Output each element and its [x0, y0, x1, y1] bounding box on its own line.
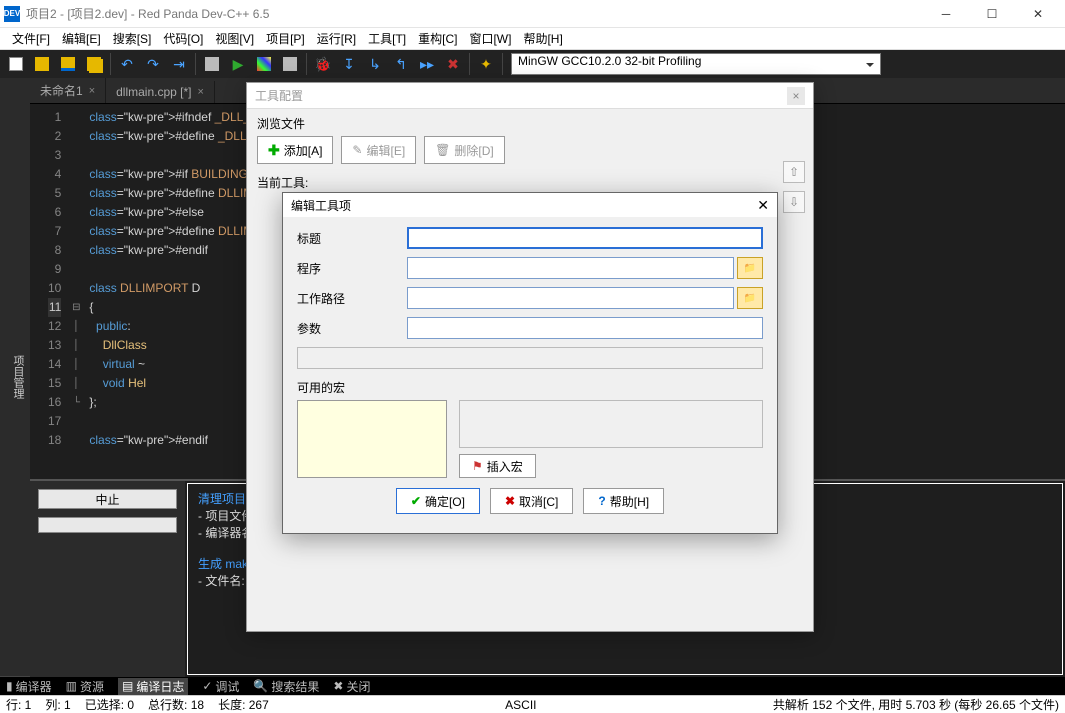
side-tab-project[interactable]: 项目管理 — [6, 78, 30, 677]
indent-button[interactable]: ⇥ — [167, 53, 191, 75]
tab-dllmain[interactable]: dllmain.cpp [*]× — [106, 81, 215, 103]
args-input[interactable] — [407, 317, 763, 339]
menu-search[interactable]: 搜索[S] — [107, 28, 158, 49]
step-out-button[interactable]: ↰ — [389, 53, 413, 75]
title-input[interactable] — [407, 227, 763, 249]
close-icon[interactable]: × — [787, 87, 805, 105]
side-tab-structure[interactable]: 结构 — [0, 78, 6, 677]
delete-button[interactable]: 🗑删除[D] — [424, 136, 505, 164]
bottab-compile-log[interactable]: ▤编译日志 — [118, 678, 188, 695]
debug-button[interactable]: 🐞 — [311, 53, 335, 75]
status-len: 长度: 267 — [218, 696, 269, 713]
back-button[interactable]: ↶ — [115, 53, 139, 75]
rebuild-button[interactable] — [278, 53, 302, 75]
menu-refactor[interactable]: 重构[C] — [412, 28, 463, 49]
step-over-button[interactable]: ↧ — [337, 53, 361, 75]
status-msg: 共解析 152 个文件, 用时 5.703 秒 (每秒 26.65 个文件) — [773, 696, 1059, 713]
save-button[interactable] — [56, 53, 80, 75]
status-row: 行: 1 — [6, 696, 31, 713]
profiler-button[interactable]: ✦ — [474, 53, 498, 75]
titlebar: DEV 项目2 - [项目2.dev] - Red Panda Dev-C++ … — [0, 0, 1065, 28]
program-label: 程序 — [297, 260, 407, 277]
browse-workdir-button[interactable]: 📁 — [737, 287, 763, 309]
browse-files-label: 浏览文件 — [257, 115, 803, 132]
menu-window[interactable]: 窗口[W] — [463, 28, 517, 49]
status-col: 列: 1 — [45, 696, 70, 713]
compile-button[interactable] — [200, 53, 224, 75]
save-all-button[interactable] — [82, 53, 106, 75]
insert-macro-button[interactable]: ⚑插入宏 — [459, 454, 536, 478]
preview-field — [297, 347, 763, 369]
close-icon[interactable]: × — [198, 86, 204, 98]
toolbar: ↶ ↷ ⇥ ▶ 🐞 ↧ ↳ ↰ ▸▸ ✖ ✦ MinGW GCC10.2.0 3… — [0, 50, 1065, 78]
title-label: 标题 — [297, 230, 407, 247]
macros-label: 可用的宏 — [297, 379, 763, 396]
menu-code[interactable]: 代码[O] — [157, 28, 209, 49]
bottab-search[interactable]: 🔍搜索结果 — [253, 678, 319, 695]
compiler-select[interactable]: MinGW GCC10.2.0 32-bit Profiling — [511, 53, 881, 75]
menu-tools[interactable]: 工具[T] — [362, 28, 412, 49]
maximize-button[interactable]: ☐ — [969, 0, 1015, 28]
browse-program-button[interactable]: 📁 — [737, 257, 763, 279]
bottab-debug[interactable]: ✓调试 — [202, 678, 239, 695]
status-bar: 行: 1 列: 1 已选择: 0 总行数: 18 长度: 267 ASCII 共… — [0, 695, 1065, 713]
new-file-button[interactable] — [4, 53, 28, 75]
edit-button[interactable]: ✎编辑[E] — [341, 136, 416, 164]
toolcfg-title: 工具配置 — [255, 87, 303, 104]
macro-output — [459, 400, 763, 448]
menu-edit[interactable]: 编辑[E] — [56, 28, 107, 49]
status-enc: ASCII — [505, 698, 536, 712]
step-into-button[interactable]: ↳ — [363, 53, 387, 75]
ok-button[interactable]: ✔确定[O] — [396, 488, 480, 514]
workdir-label: 工作路径 — [297, 290, 407, 307]
program-input[interactable] — [407, 257, 734, 279]
macro-list[interactable] — [297, 400, 447, 478]
menu-project[interactable]: 项目[P] — [260, 28, 311, 49]
cancel-button[interactable]: ✖取消[C] — [490, 488, 573, 514]
open-button[interactable] — [30, 53, 54, 75]
status-sel: 已选择: 0 — [85, 696, 134, 713]
add-button[interactable]: ✚添加[A] — [257, 136, 333, 164]
close-icon[interactable]: × — [89, 85, 95, 97]
bottab-close[interactable]: ✖关闭 — [333, 678, 370, 695]
run-button[interactable]: ▶ — [226, 53, 250, 75]
menu-file[interactable]: 文件[F] — [6, 28, 56, 49]
close-button[interactable]: ✕ — [1015, 0, 1061, 28]
app-icon: DEV — [4, 6, 20, 22]
tab-unnamed1[interactable]: 未命名1× — [30, 78, 106, 103]
workdir-input[interactable] — [407, 287, 734, 309]
help-button[interactable]: ?帮助[H] — [583, 488, 664, 514]
continue-button[interactable]: ▸▸ — [415, 53, 439, 75]
menu-help[interactable]: 帮助[H] — [517, 28, 568, 49]
status-total: 总行数: 18 — [148, 696, 204, 713]
bottab-compiler[interactable]: ▮编译器 — [6, 678, 52, 695]
stop-button[interactable]: 中止 — [38, 489, 177, 509]
menu-run[interactable]: 运行[R] — [311, 28, 362, 49]
stop-debug-button[interactable]: ✖ — [441, 53, 465, 75]
side-tabs: 项目管理 结构 监视 文件 — [0, 78, 30, 677]
edit-tool-dialog: 编辑工具项 ✕ 标题 程序 📁 工作路径 📁 参数 可用的宏 ⚑插入宏 — [282, 192, 778, 534]
editdlg-title: 编辑工具项 — [291, 197, 351, 214]
progress-bar — [38, 517, 177, 533]
bottom-tabs: ▮编译器 ▥资源 ▤编译日志 ✓调试 🔍搜索结果 ✖关闭 — [0, 677, 1065, 695]
window-title: 项目2 - [项目2.dev] - Red Panda Dev-C++ 6.5 — [26, 5, 923, 22]
compile-run-button[interactable] — [252, 53, 276, 75]
menubar: 文件[F] 编辑[E] 搜索[S] 代码[O] 视图[V] 项目[P] 运行[R… — [0, 28, 1065, 50]
move-up-button[interactable]: ⇧ — [783, 161, 805, 183]
move-down-button[interactable]: ⇩ — [783, 191, 805, 213]
menu-view[interactable]: 视图[V] — [209, 28, 260, 49]
forward-button[interactable]: ↷ — [141, 53, 165, 75]
close-icon[interactable]: ✕ — [757, 197, 769, 214]
current-tools-label: 当前工具: — [257, 174, 803, 191]
bottab-resource[interactable]: ▥资源 — [66, 678, 104, 695]
args-label: 参数 — [297, 320, 407, 337]
minimize-button[interactable]: ─ — [923, 0, 969, 28]
